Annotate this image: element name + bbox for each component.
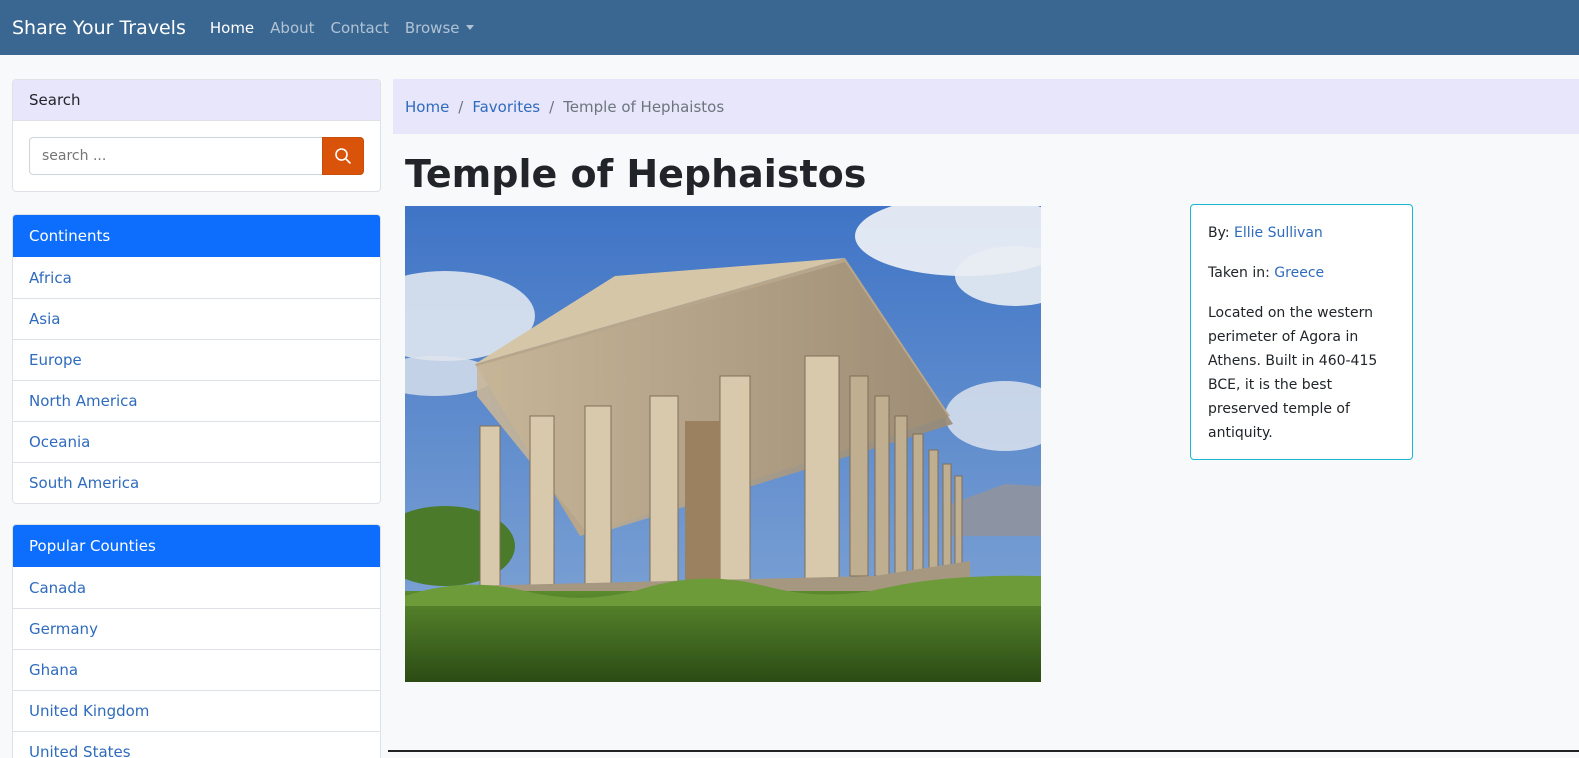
countries-list: Canada Germany Ghana United Kingdom Unit… bbox=[13, 567, 380, 758]
continents-card: Continents Africa Asia Europe North Amer… bbox=[12, 214, 381, 504]
continent-item[interactable]: South America bbox=[13, 462, 380, 503]
continent-item[interactable]: Europe bbox=[13, 339, 380, 380]
breadcrumb-current: Temple of Hephaistos bbox=[563, 97, 725, 116]
brand-link[interactable]: Share Your Travels bbox=[12, 17, 186, 39]
page-title: Temple of Hephaistos bbox=[405, 152, 867, 196]
continents-header: Continents bbox=[13, 215, 380, 257]
search-form bbox=[13, 121, 380, 191]
continent-item[interactable]: Asia bbox=[13, 298, 380, 339]
photo-info-box: By: Ellie Sullivan Taken in: Greece Loca… bbox=[1190, 204, 1413, 460]
photo-description: Located on the western perimeter of Agor… bbox=[1208, 305, 1378, 441]
continent-item[interactable]: Africa bbox=[13, 257, 380, 298]
bottom-divider bbox=[388, 750, 1579, 752]
country-item[interactable]: United Kingdom bbox=[13, 690, 380, 731]
author-line: By: Ellie Sullivan bbox=[1208, 221, 1395, 245]
by-label: By: bbox=[1208, 225, 1235, 241]
search-card-header: Search bbox=[13, 80, 380, 121]
country-item[interactable]: United States bbox=[13, 731, 380, 758]
country-link[interactable]: Greece bbox=[1274, 265, 1324, 281]
breadcrumb-separator: / bbox=[458, 97, 464, 116]
breadcrumb-home[interactable]: Home bbox=[405, 98, 449, 116]
top-navbar: Share Your Travels Home About Contact Br… bbox=[0, 0, 1579, 55]
country-item[interactable]: Canada bbox=[13, 567, 380, 608]
country-item[interactable]: Germany bbox=[13, 608, 380, 649]
nav-contact[interactable]: Contact bbox=[331, 19, 389, 37]
search-card: Search bbox=[12, 79, 381, 192]
search-input[interactable] bbox=[29, 137, 323, 175]
nav-home[interactable]: Home bbox=[210, 19, 254, 37]
breadcrumb-favorites[interactable]: Favorites bbox=[472, 98, 540, 116]
countries-card: Popular Counties Canada Germany Ghana Un… bbox=[12, 524, 381, 758]
breadcrumb: Home / Favorites / Temple of Hephaistos bbox=[393, 79, 1579, 134]
nav-browse-dropdown[interactable]: Browse bbox=[405, 19, 474, 37]
location-line: Taken in: Greece bbox=[1208, 261, 1395, 285]
continent-item[interactable]: North America bbox=[13, 380, 380, 421]
caret-down-icon bbox=[465, 25, 474, 30]
search-button[interactable] bbox=[322, 137, 364, 175]
breadcrumb-separator: / bbox=[549, 97, 555, 116]
author-link[interactable]: Ellie Sullivan bbox=[1234, 225, 1323, 241]
country-item[interactable]: Ghana bbox=[13, 649, 380, 690]
continent-item[interactable]: Oceania bbox=[13, 421, 380, 462]
continents-list: Africa Asia Europe North America Oceania… bbox=[13, 257, 380, 503]
nav-about[interactable]: About bbox=[270, 19, 314, 37]
nav-browse-label: Browse bbox=[404, 18, 460, 37]
search-icon bbox=[335, 148, 351, 164]
temple-photo bbox=[405, 206, 1041, 682]
countries-header: Popular Counties bbox=[13, 525, 380, 567]
taken-label: Taken in: bbox=[1208, 265, 1275, 281]
